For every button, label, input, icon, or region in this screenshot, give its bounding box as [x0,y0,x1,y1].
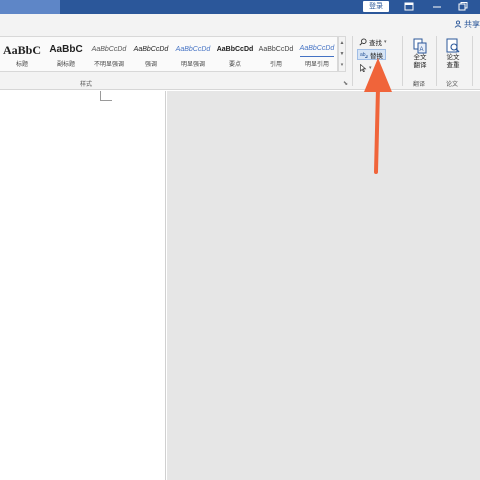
find-button[interactable]: 查找 ▾ [359,36,387,47]
style-subtle-emphasis[interactable]: AaBbCcDd 不明显强调 [88,37,130,73]
paper-label-1: 论文 [446,54,460,61]
style-name: 副标题 [56,61,75,68]
style-sample: AaBbCcDd [258,45,294,53]
document-canvas [167,91,480,480]
chevron-down-icon: ▾ [369,64,372,71]
style-sample: AaBbC [49,43,83,55]
svg-text:A: A [420,47,424,53]
style-quote[interactable]: AaBbCcDd 引用 [256,37,296,73]
page-corner-mark [100,91,112,101]
translate-label-2: 翻译 [413,62,427,69]
search-icon [359,37,367,46]
svg-text:ab: ab [360,52,366,58]
find-label: 查找 [369,39,382,47]
share-label: 共享 [464,19,480,29]
minimize-icon[interactable] [431,1,443,12]
paper-check-icon [446,38,460,53]
paper-check-button[interactable]: 论文 查重 [441,38,465,70]
group-separator [352,36,353,86]
restore-icon[interactable] [457,1,469,12]
style-name: 不明显强调 [93,61,124,68]
more-icon[interactable]: ▾ [341,62,344,68]
style-title[interactable]: AaBbC 标题 [0,37,44,73]
ribbon-display-options-icon[interactable] [403,1,415,12]
style-name: 明显强调 [180,61,205,68]
style-intense-quote[interactable]: AaBbCcDd 明显引用 [297,37,337,73]
styles-gallery: AaBbC 标题 AaBbC 副标题 AaBbCcDd 不明显强调 AaBbCc… [0,36,338,72]
style-sample: AaBbCcDd [299,42,335,57]
replace-label: 替换 [370,52,383,60]
share-button[interactable]: 共享 [454,18,480,30]
share-icon [454,20,462,28]
title-bar: 登录 [0,0,480,14]
style-name: 要点 [228,61,241,68]
styles-gallery-scroll[interactable]: ▲ ▼ ▾ [338,36,346,72]
style-sample: AaBbC [2,42,41,57]
login-button[interactable]: 登录 [363,1,389,12]
style-sample: AaBbCcDd [175,45,211,53]
translate-group-label: 翻译 [413,82,426,88]
cursor-select-icon [360,63,367,72]
ribbon: AaBbC 标题 AaBbC 副标题 AaBbCcDd 不明显强调 AaBbCc… [0,32,480,90]
style-sample: AaBbCcDd [91,45,127,53]
style-sample: AaBbCcDd [216,45,254,53]
style-name: 强调 [144,61,157,68]
translate-icon: A [413,38,427,54]
style-sample: AaBbCcDd [133,45,169,53]
replace-button[interactable]: ab 替换 [357,49,386,60]
style-intense-emphasis[interactable]: AaBbCcDd 明显强调 [172,37,214,73]
replace-icon: ab [360,52,368,58]
tab-row: 共享 [0,14,480,32]
style-name: 明显引用 [304,62,329,68]
title-bar-highlight [0,0,60,14]
chevron-down-icon: ▾ [384,38,387,45]
paper-label-2: 查重 [446,62,460,69]
style-name: 标题 [15,61,28,68]
chevron-up-icon[interactable]: ▲ [340,40,345,46]
group-separator [402,36,403,86]
translate-label-1: 全文 [413,54,427,61]
document-page[interactable] [0,91,166,480]
group-separator [472,36,473,86]
style-strong[interactable]: AaBbCcDd 要点 [214,37,256,73]
paper-group-label: 论文 [446,82,459,88]
style-subtitle[interactable]: AaBbC 副标题 [45,37,87,73]
chevron-down-icon[interactable]: ▼ [340,51,345,57]
style-emphasis[interactable]: AaBbCcDd 强调 [130,37,172,73]
group-separator [436,36,437,86]
styles-dialog-launcher-icon[interactable]: ⬊ [343,80,348,87]
styles-group-label: 样式 [80,82,93,88]
select-button[interactable]: ▾ [359,62,372,73]
style-name: 引用 [269,61,282,68]
full-translate-button[interactable]: A 全文 翻译 [408,38,432,70]
